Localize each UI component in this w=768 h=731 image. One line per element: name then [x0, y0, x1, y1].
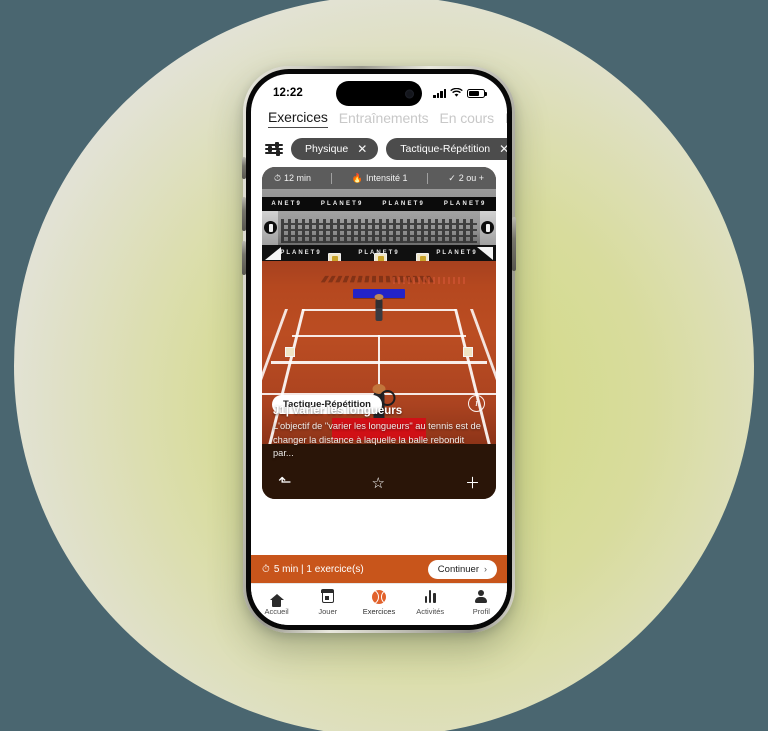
- meta-players-label: 2 ou +: [458, 173, 485, 183]
- tab-label: Exercices: [362, 607, 396, 616]
- close-icon[interactable]: ✕: [357, 143, 367, 155]
- exercise-card-actions: ⬏ ☆ ＋: [262, 467, 496, 499]
- meta-intensity-label: Intensité 1: [365, 173, 408, 183]
- stadium-stands: [262, 211, 496, 245]
- bottom-tab-jouer[interactable]: Jouer: [306, 589, 350, 616]
- scene-background: 12:22 Exercices Entraînements En cours P…: [0, 0, 768, 731]
- action-button[interactable]: [242, 157, 246, 179]
- bottom-tab-accueil[interactable]: Accueil: [255, 589, 299, 616]
- filter-row: Physique ✕ Tactique-Répétition ✕: [251, 134, 507, 167]
- session-info: ⏱ 5 min | 1 exercice(s): [262, 564, 364, 575]
- exercise-text-block: J1| Varier les longueurs L'objectif de "…: [262, 405, 496, 466]
- phone-device-frame: 12:22 Exercices Entraînements En cours P…: [242, 66, 516, 633]
- sponsor-text: PLANET9: [436, 250, 478, 256]
- meta-duration-label: 12 min: [283, 173, 311, 183]
- plus-icon[interactable]: ＋: [465, 476, 480, 491]
- stadium-logo-left: [264, 221, 277, 234]
- volume-down-button[interactable]: [242, 241, 246, 275]
- volume-up-button[interactable]: [242, 197, 246, 231]
- bottom-tab-bar: Accueil Jouer Exercices Activités Profil: [251, 583, 507, 625]
- sponsor-text: ANET9: [271, 201, 303, 207]
- session-summary-label: 5 min | 1 exercice(s): [273, 563, 364, 575]
- calendar-icon: [321, 589, 335, 604]
- status-time: 12:22: [273, 87, 303, 99]
- tennis-ball-icon: [371, 589, 386, 604]
- bar-chart-icon: [424, 589, 436, 604]
- meta-divider: [427, 172, 429, 184]
- meta-intensity: 🔥 Intensité 1: [348, 173, 412, 184]
- player-far-icon: [374, 294, 384, 321]
- sponsor-band-top: ANET9 PLANET9 PLANET9 PLANET9: [262, 197, 496, 211]
- meta-divider: [330, 172, 332, 184]
- wifi-icon: [450, 88, 463, 97]
- session-summary-bar: ⏱ 5 min | 1 exercice(s) Continuer ›: [251, 555, 507, 583]
- top-tab-bar[interactable]: Exercices Entraînements En cours M: [251, 107, 507, 134]
- net-post-left: [285, 347, 296, 357]
- tab-label: Activités: [416, 607, 445, 616]
- chevron-right-icon: ›: [484, 564, 487, 574]
- net-post-right: [462, 347, 473, 357]
- close-icon[interactable]: ✕: [499, 143, 507, 155]
- banner-flag-right: [477, 247, 493, 260]
- chip-label: Tactique-Répétition: [400, 143, 491, 155]
- phone-body: 12:22 Exercices Entraînements En cours P…: [242, 69, 516, 630]
- stadium-logo-right: [481, 221, 494, 234]
- banner-flag-left: [265, 247, 281, 260]
- continue-label: Continuer: [437, 563, 479, 575]
- person-icon: [474, 589, 488, 604]
- stopwatch-icon: ⏱: [262, 563, 270, 575]
- tab-label: Profil: [472, 607, 490, 616]
- filter-sliders-icon[interactable]: [265, 140, 283, 158]
- dynamic-island: [336, 81, 422, 106]
- sponsor-text: PLANET9: [280, 250, 322, 256]
- filter-chip-tactique-repetition[interactable]: Tactique-Répétition ✕: [386, 138, 507, 160]
- exercise-card[interactable]: ⏱ 12 min 🔥 Intensité 1 ✓ 2 ou + ANET9 PL…: [262, 167, 496, 499]
- chip-label: Physique: [305, 143, 349, 155]
- net-posts: [262, 347, 496, 363]
- flame-icon: 🔥: [351, 172, 363, 183]
- tab-label: Accueil: [264, 607, 289, 616]
- exercise-description: L'objectif de "varier les longueurs" au …: [273, 421, 481, 458]
- meta-players: ✓ 2 ou +: [444, 173, 488, 184]
- tab-exercices[interactable]: Exercices: [268, 109, 328, 128]
- status-bar: 12:22: [251, 74, 507, 107]
- power-button[interactable]: [512, 217, 516, 271]
- clock-icon: ⏱: [273, 172, 281, 183]
- tab-en-cours[interactable]: En cours: [440, 110, 495, 128]
- filter-chip-physique[interactable]: Physique ✕: [291, 138, 379, 160]
- continue-button[interactable]: Continuer ›: [427, 559, 497, 579]
- sponsor-text: PLANET9: [320, 201, 364, 207]
- star-icon[interactable]: ☆: [371, 476, 384, 491]
- front-camera-icon: [405, 89, 414, 98]
- bottom-tab-profil[interactable]: Profil: [459, 589, 503, 616]
- undo-icon[interactable]: ⬏: [278, 474, 291, 491]
- tab-entrainements[interactable]: Entraînements: [339, 110, 429, 128]
- phone-screen: 12:22 Exercices Entraînements En cours P…: [251, 74, 507, 625]
- bottom-tab-exercices[interactable]: Exercices: [357, 589, 401, 616]
- court-floor-pattern: [393, 277, 468, 284]
- status-indicators: [433, 83, 487, 98]
- exercise-meta-bar: ⏱ 12 min 🔥 Intensité 1 ✓ 2 ou +: [262, 167, 496, 189]
- sponsor-text: PLANET9: [443, 201, 487, 207]
- check-icon: ✓: [448, 172, 456, 183]
- home-icon: [269, 589, 284, 607]
- cellular-signal-icon: [433, 88, 446, 98]
- exercise-title: J1| Varier les longueurs: [273, 405, 403, 418]
- bottom-tab-activites[interactable]: Activités: [408, 589, 452, 616]
- sponsor-text: PLANET9: [382, 201, 426, 207]
- tab-label: Jouer: [318, 607, 338, 616]
- tab-more[interactable]: M: [505, 110, 507, 128]
- battery-icon: [467, 88, 487, 98]
- meta-duration: ⏱ 12 min: [270, 173, 315, 184]
